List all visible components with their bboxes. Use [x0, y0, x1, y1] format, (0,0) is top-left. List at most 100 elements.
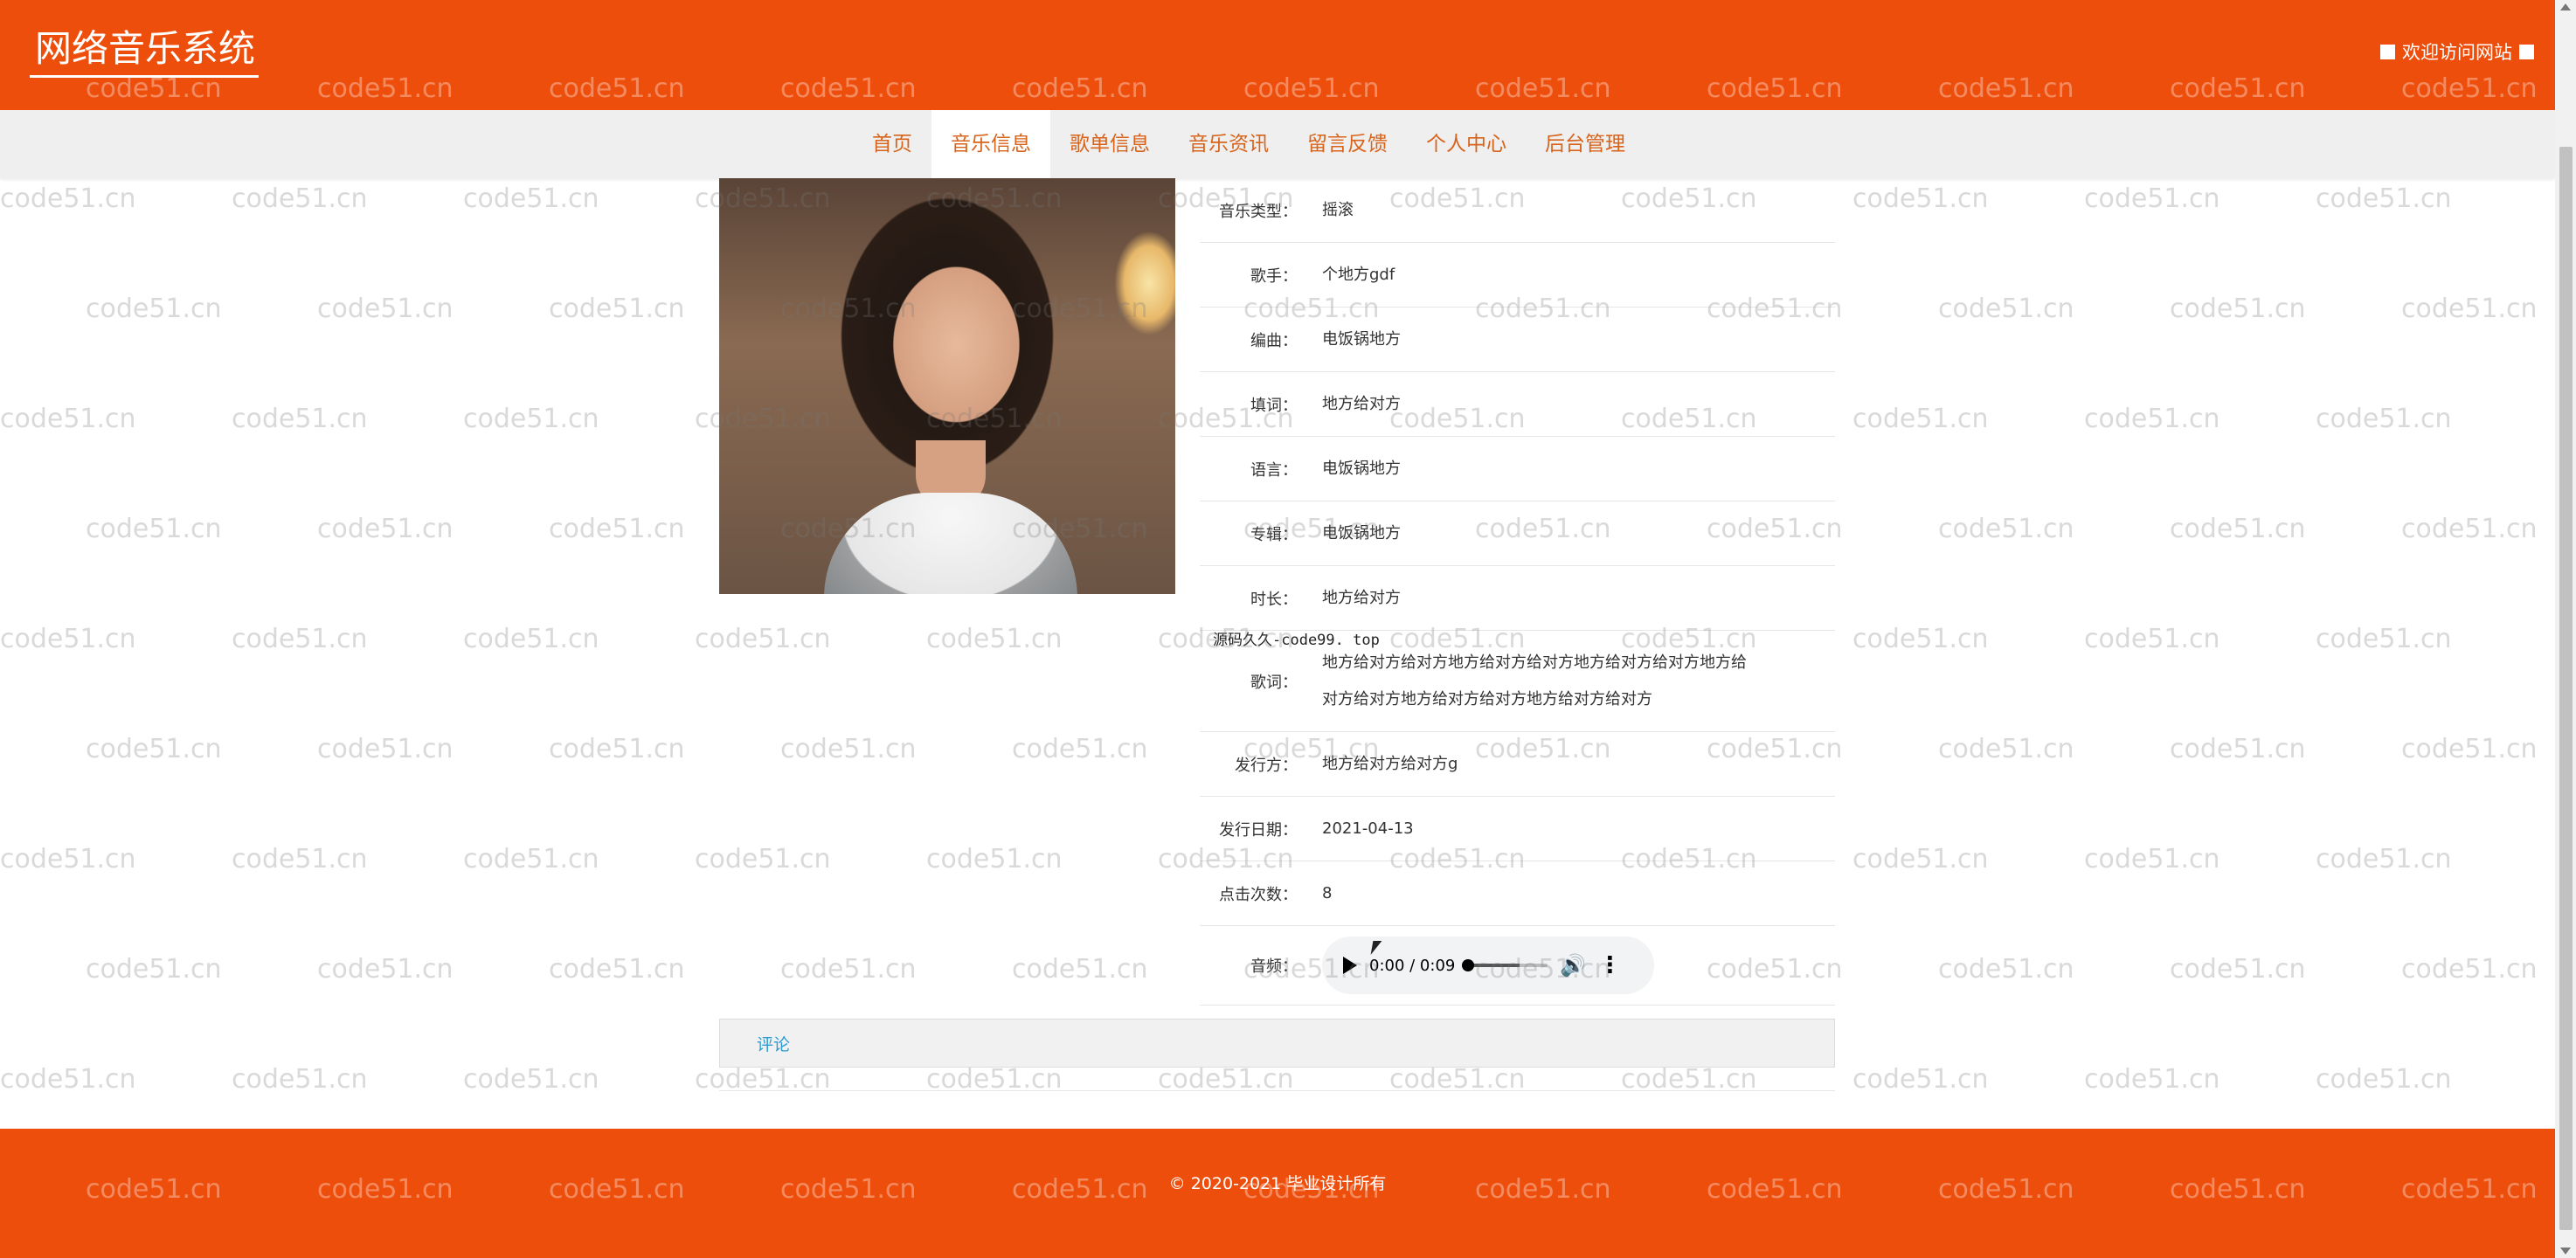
inline-watermark: 源码久久-code99. top: [1213, 632, 1380, 649]
watermark-text: code51.cn: [926, 624, 1063, 654]
watermark-text: code51.cn: [549, 734, 685, 764]
comment-tab[interactable]: 评论: [757, 1032, 790, 1055]
watermark-text: code51.cn: [2401, 954, 2538, 985]
play-icon[interactable]: [1343, 957, 1357, 974]
watermark-text: code51.cn: [2170, 734, 2306, 764]
detail-value: 个地方gdf: [1322, 265, 1395, 284]
watermark-text: code51.cn: [232, 624, 368, 654]
watermark-text: code51.cn: [232, 1064, 368, 1095]
detail-label: 编曲：: [1250, 331, 1298, 350]
watermark-text: code51.cn: [2170, 514, 2306, 544]
watermark-text: code51.cn: [780, 734, 917, 764]
watermark-text: code51.cn: [232, 844, 368, 874]
audio-progress-fill: [1467, 964, 1520, 967]
lyrics-text: 地方给对方给对方地方给对方给对方地方给对方给对方地方给 对方给对方地方给对方给对…: [1322, 645, 1759, 718]
detail-value: 2021-04-13: [1322, 819, 1414, 838]
watermark-text: code51.cn: [1938, 954, 2074, 985]
scroll-down-arrow-icon[interactable]: [2560, 1248, 2571, 1255]
watermark-text: code51.cn: [317, 514, 454, 544]
detail-value: 地方给对方: [1322, 394, 1401, 413]
detail-label: 点击次数：: [1219, 885, 1298, 904]
watermark-text: code51.cn: [1012, 954, 1148, 985]
detail-row-singer: 歌手： 个地方gdf: [1200, 243, 1835, 308]
watermark-text: code51.cn: [1852, 404, 1989, 434]
watermark-text: code51.cn: [780, 954, 917, 985]
audio-progress-knob[interactable]: [1462, 959, 1475, 971]
watermark-text: code51.cn: [2316, 183, 2452, 214]
watermark-text: code51.cn: [2084, 624, 2220, 654]
watermark-text: code51.cn: [0, 404, 136, 434]
detail-row-lyricist: 填词： 地方给对方: [1200, 372, 1835, 437]
watermark-text: code51.cn: [549, 514, 685, 544]
watermark-text: code51.cn: [317, 734, 454, 764]
watermark-text: code51.cn: [2316, 404, 2452, 434]
watermark-text: code51.cn: [1852, 183, 1989, 214]
detail-label: 音频：: [1250, 957, 1298, 976]
nav-item-admin[interactable]: 后台管理: [1526, 110, 1645, 178]
nav-item-playlist[interactable]: 歌单信息: [1050, 110, 1169, 178]
scroll-up-arrow-icon[interactable]: [2560, 3, 2571, 10]
more-options-icon[interactable]: ⋮: [1598, 952, 1621, 978]
watermark-text: code51.cn: [232, 404, 368, 434]
watermark-text: code51.cn: [695, 624, 831, 654]
watermark-text: code51.cn: [1852, 1064, 1989, 1095]
detail-label: 发行方：: [1235, 756, 1298, 775]
audio-time: 0:00 / 0:09: [1369, 956, 1456, 975]
detail-row-type: 音乐类型： 摇滚: [1200, 178, 1835, 243]
detail-label: 专辑：: [1250, 525, 1298, 544]
watermark-text: code51.cn: [1938, 294, 2074, 324]
detail-row-release-date: 发行日期： 2021-04-13: [1200, 797, 1835, 861]
watermark-text: code51.cn: [2401, 514, 2538, 544]
watermark-text: code51.cn: [1938, 734, 2074, 764]
detail-value: 电饭锅地方: [1322, 523, 1401, 543]
detail-row-duration: 时长： 地方给对方: [1200, 566, 1835, 631]
audio-progress-slider[interactable]: [1462, 959, 1548, 971]
watermark-text: code51.cn: [0, 1064, 136, 1095]
watermark-text: code51.cn: [2316, 844, 2452, 874]
main-nav: 首页 音乐信息 歌单信息 音乐资讯 留言反馈 个人中心 后台管理: [0, 110, 2555, 178]
watermark-text: code51.cn: [86, 294, 222, 324]
nav-item-home[interactable]: 首页: [853, 110, 931, 178]
site-title[interactable]: 网络音乐系统: [30, 24, 260, 78]
page-scrollbar[interactable]: [2555, 0, 2576, 1258]
detail-label: 发行日期：: [1219, 820, 1298, 840]
watermark-text: code51.cn: [463, 624, 599, 654]
watermark-text: code51.cn: [86, 514, 222, 544]
scroll-thumb[interactable]: [2559, 147, 2573, 1230]
checkbox-icon[interactable]: [2519, 44, 2534, 59]
watermark-text: code51.cn: [1852, 844, 1989, 874]
site-header: 网络音乐系统 欢迎访问网站: [0, 0, 2555, 110]
watermark-text: code51.cn: [2084, 404, 2220, 434]
background-lamp: [1114, 231, 1175, 335]
watermark-text: code51.cn: [2084, 183, 2220, 214]
nav-item-feedback[interactable]: 留言反馈: [1288, 110, 1407, 178]
watermark-text: code51.cn: [549, 294, 685, 324]
watermark-text: code51.cn: [317, 954, 454, 985]
comment-tab-bar: 评论: [719, 1019, 1835, 1068]
watermark-text: code51.cn: [2401, 294, 2538, 324]
nav-item-music-news[interactable]: 音乐资讯: [1169, 110, 1288, 178]
watermark-text: code51.cn: [317, 294, 454, 324]
music-detail-table: 音乐类型： 摇滚 歌手： 个地方gdf 编曲： 电饭锅地方 填词： 地方给对方 …: [1200, 178, 1835, 1006]
detail-row-audio: 音频： 0:00 / 0:09 🔊 ⋮: [1200, 926, 1835, 1006]
nav-item-personal-center[interactable]: 个人中心: [1407, 110, 1526, 178]
watermark-text: code51.cn: [2170, 294, 2306, 324]
volume-icon[interactable]: 🔊: [1560, 953, 1586, 978]
detail-label: 歌手：: [1250, 266, 1298, 286]
watermark-text: code51.cn: [2316, 1064, 2452, 1095]
detail-value: 地方给对方: [1322, 588, 1401, 607]
detail-row-language: 语言： 电饭锅地方: [1200, 437, 1835, 501]
nav-item-music-info[interactable]: 音乐信息: [931, 110, 1050, 178]
watermark-text: code51.cn: [463, 404, 599, 434]
detail-value: 电饭锅地方: [1322, 329, 1401, 349]
detail-label: 填词：: [1250, 396, 1298, 415]
comment-divider: [719, 1090, 1835, 1091]
welcome-text: 欢迎访问网站: [2402, 42, 2512, 63]
detail-row-arranger: 编曲： 电饭锅地方: [1200, 308, 1835, 372]
watermark-text: code51.cn: [463, 844, 599, 874]
checkbox-icon[interactable]: [2380, 44, 2395, 59]
detail-value: 地方给对方给对方g: [1322, 754, 1458, 773]
watermark-text: code51.cn: [2084, 844, 2220, 874]
watermark-text: code51.cn: [1012, 734, 1148, 764]
watermark-text: code51.cn: [232, 183, 368, 214]
